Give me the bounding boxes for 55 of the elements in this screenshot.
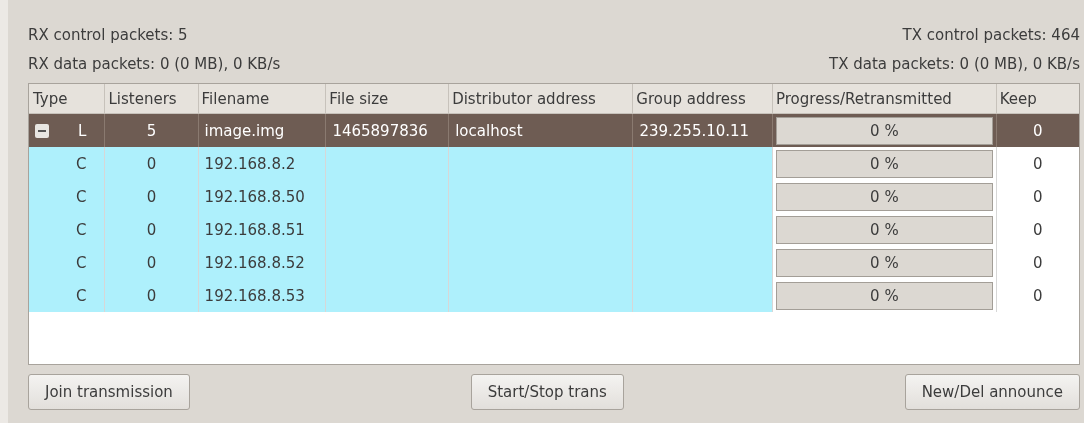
table-cell: 239.255.10.11 xyxy=(639,121,750,140)
table-cell: 1465897836 xyxy=(332,121,428,140)
table-row[interactable]: C 0 192.168.8.50 0 % 0 xyxy=(29,180,1079,213)
table-cell: 5 xyxy=(146,121,157,140)
table-cell: 0 xyxy=(1033,121,1043,140)
table-cell: C xyxy=(75,154,87,173)
action-button[interactable]: New/Del announce xyxy=(904,374,1080,410)
table-cell: 0 xyxy=(1033,253,1043,272)
table-cell: localhost xyxy=(455,121,523,140)
column-header[interactable]: Progress/Retransmitted xyxy=(773,84,997,113)
table-row[interactable]: C 0 192.168.8.52 0 % 0 xyxy=(29,246,1079,279)
table-cell: 0 xyxy=(146,220,157,239)
rx-data-label: RX data packets: 0 (0 MB), 0 KB/s xyxy=(28,54,281,73)
table-cell: C xyxy=(75,253,87,272)
table-cell: 0 xyxy=(146,154,157,173)
table-cell: 192.168.8.2 xyxy=(204,154,296,173)
progress-bar: 0 % xyxy=(776,182,993,211)
table-row[interactable]: C 0 192.168.8.2 0 % 0 xyxy=(29,147,1079,180)
table-cell: 0 xyxy=(146,286,157,305)
table-cell: C xyxy=(75,286,87,305)
tx-data-label: TX data packets: 0 (0 MB), 0 KB/s xyxy=(828,54,1080,73)
table-row[interactable]: C 0 192.168.8.53 0 % 0 xyxy=(29,279,1079,312)
table-cell: 192.168.8.53 xyxy=(204,286,305,305)
table-cell: 192.168.8.51 xyxy=(204,220,305,239)
table-cell: 192.168.8.52 xyxy=(204,253,305,272)
table-cell: L xyxy=(78,121,87,140)
table-cell: 0 xyxy=(1033,286,1043,305)
column-header[interactable]: Type xyxy=(29,84,106,113)
table-cell: 192.168.8.50 xyxy=(204,187,305,206)
table-cell: C xyxy=(75,220,87,239)
table-cell: image.img xyxy=(204,121,285,140)
column-header[interactable]: Listeners xyxy=(105,84,199,113)
collapse-icon[interactable] xyxy=(35,123,49,138)
table-row[interactable]: L 5 image.img 1465897836 localhost 239.255.10.11 0 % 0 xyxy=(29,114,1079,147)
column-header[interactable]: File size xyxy=(326,84,450,113)
table-cell: C xyxy=(75,187,87,206)
column-header[interactable]: Distributor address xyxy=(449,84,634,113)
rx-control-label: RX control packets: 5 xyxy=(28,25,188,44)
table-cell: 0 xyxy=(146,187,157,206)
progress-bar: 0 % xyxy=(776,149,993,178)
table-cell: 0 xyxy=(1033,154,1043,173)
progress-bar: 0 % xyxy=(776,281,993,310)
table-cell: 0 xyxy=(1033,220,1043,239)
table-row[interactable]: C 0 192.168.8.51 0 % 0 xyxy=(29,213,1079,246)
table-cell: 0 xyxy=(1033,187,1043,206)
tx-control-label: TX control packets: 464 xyxy=(902,25,1080,44)
column-header[interactable]: Filename xyxy=(198,84,327,113)
progress-bar: 0 % xyxy=(776,248,993,277)
table-cell: 0 xyxy=(146,253,157,272)
column-header[interactable]: Keep xyxy=(996,84,1079,113)
progress-bar: 0 % xyxy=(776,116,993,145)
action-button[interactable]: Start/Stop trans xyxy=(470,374,624,410)
action-button[interactable]: Join transmission xyxy=(28,374,190,410)
progress-bar: 0 % xyxy=(776,215,993,244)
column-header[interactable]: Group address xyxy=(633,84,773,113)
